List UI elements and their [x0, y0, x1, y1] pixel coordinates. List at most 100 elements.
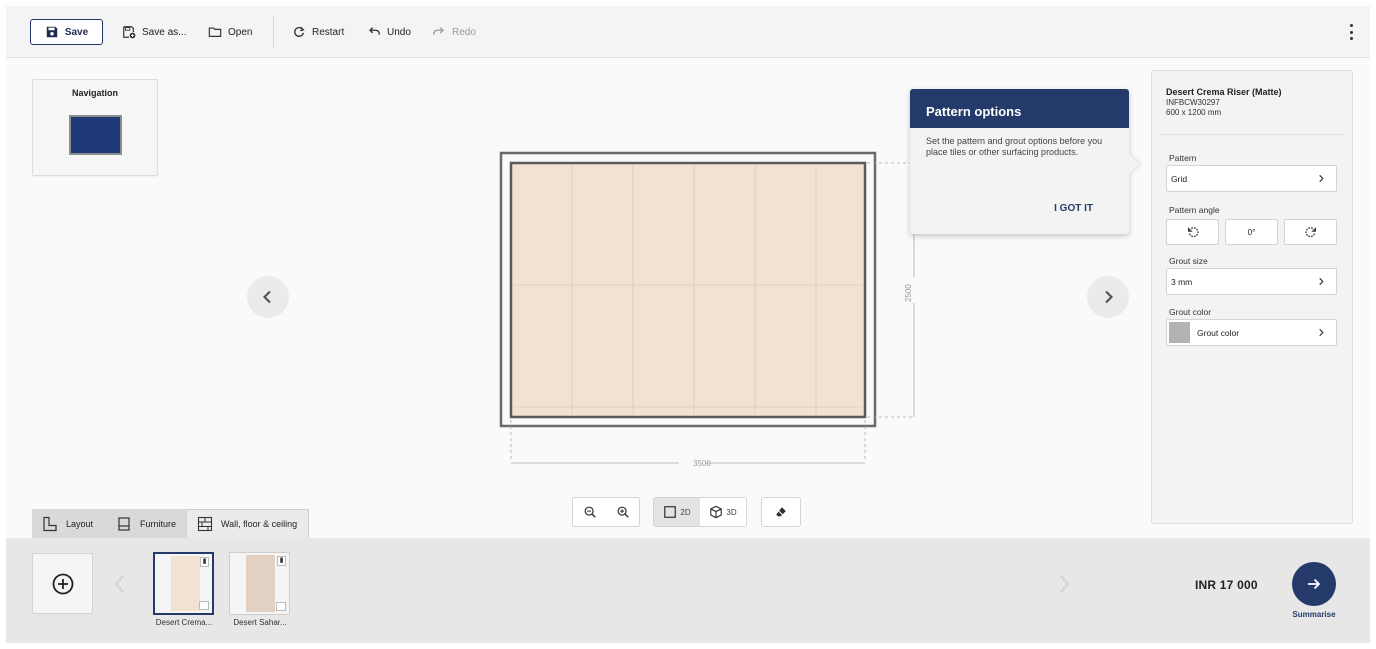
width-dimension-label: 3500 — [693, 459, 711, 468]
view-3d-button[interactable]: 3D — [700, 498, 746, 526]
folder-icon — [208, 27, 222, 37]
zoom-out-button[interactable] — [573, 498, 606, 526]
view-mode-toggle: 2D 3D — [653, 497, 747, 527]
pattern-value: Grid — [1171, 173, 1188, 184]
view-2d-label: 2D — [680, 507, 691, 517]
layout-icon — [43, 516, 57, 531]
chevron-right-icon — [1105, 290, 1114, 304]
add-product-button[interactable] — [32, 553, 93, 614]
open-label: Open — [228, 26, 253, 38]
eraser-button[interactable] — [762, 498, 800, 526]
chevron-right-icon — [1319, 277, 1324, 286]
navigation-panel: Navigation — [32, 79, 158, 176]
undo-label: Undo — [387, 26, 411, 38]
canvas-prev-button[interactable] — [247, 276, 289, 318]
tiled-floor[interactable] — [509, 161, 867, 419]
chevron-right-icon — [1319, 328, 1324, 337]
redo-label: Redo — [452, 26, 476, 38]
grout-size-value: 3 mm — [1171, 276, 1193, 287]
tab-furniture[interactable]: Furniture — [106, 509, 186, 538]
undo-button[interactable]: Undo — [367, 19, 411, 45]
tile-options-icon[interactable] — [276, 602, 286, 611]
tile-card-desert-sahara[interactable]: ▮ — [229, 552, 290, 615]
zoom-in-icon — [617, 506, 629, 518]
pattern-options-popover: Pattern options Set the pattern and grou… — [910, 89, 1139, 234]
rotate-left-icon — [1187, 227, 1199, 238]
tile-crema-thumbnail — [171, 556, 200, 611]
tab-wall-floor-ceiling[interactable]: Wall, floor & ceiling — [186, 509, 309, 538]
navigation-title: Navigation — [71, 88, 118, 98]
arrow-right-icon — [1308, 578, 1321, 590]
canvas-next-button[interactable] — [1087, 276, 1129, 318]
more-options-icon[interactable] — [1346, 24, 1356, 40]
rotate-right-button[interactable] — [1284, 219, 1337, 245]
app-window: Save Save as... Open Restart Undo Redo N… — [6, 6, 1370, 643]
product-code: INFBCW30297 — [1166, 98, 1220, 107]
tray-prev-icon[interactable] — [113, 573, 127, 595]
grout-color-value: Grout color — [1197, 327, 1240, 338]
height-dimension-label: 2500 — [904, 284, 913, 302]
save-button[interactable]: Save — [30, 19, 103, 45]
zoom-out-icon — [584, 506, 596, 518]
total-price: INR 17 000 — [1195, 578, 1258, 592]
eraser-icon — [776, 507, 786, 517]
popover-title: Pattern options — [910, 89, 1129, 128]
grout-color-swatch — [1169, 322, 1190, 343]
restart-button[interactable]: Restart — [292, 19, 344, 45]
navigation-minimap[interactable] — [69, 115, 122, 155]
save-icon — [46, 26, 58, 38]
rotate-right-icon — [1304, 227, 1316, 238]
tile-sahara-thumbnail — [246, 555, 275, 612]
toolbar: Save Save as... Open Restart Undo Redo — [6, 6, 1370, 58]
redo-button[interactable]: Redo — [432, 19, 476, 45]
trash-icon[interactable]: ▮ — [200, 557, 209, 567]
save-as-button[interactable]: Save as... — [122, 19, 186, 45]
pattern-label: Pattern — [1169, 153, 1197, 163]
summarise-button[interactable] — [1292, 562, 1336, 606]
save-as-icon — [123, 26, 136, 39]
grout-color-label: Grout color — [1169, 307, 1212, 317]
toolbar-divider — [273, 16, 274, 48]
tile-card-desert-crema[interactable]: ▮ — [153, 552, 214, 615]
rotate-left-button[interactable] — [1166, 219, 1219, 245]
restart-label: Restart — [312, 26, 345, 38]
tile-options-icon[interactable] — [199, 601, 209, 610]
save-as-label: Save as... — [142, 26, 187, 38]
cube-icon — [710, 505, 723, 519]
save-label: Save — [64, 26, 89, 38]
furniture-icon — [118, 516, 130, 531]
pattern-select[interactable]: Grid — [1166, 165, 1337, 192]
product-name: Desert Crema Riser (Matte) — [1166, 87, 1282, 97]
product-size: 600 x 1200 mm — [1166, 108, 1222, 117]
panel-divider — [1160, 134, 1346, 135]
tab-wall-floor-ceiling-label: Wall, floor & ceiling — [221, 519, 298, 529]
plus-circle-icon — [52, 573, 73, 594]
restart-icon — [294, 26, 305, 37]
square-icon — [664, 506, 677, 518]
chevron-right-icon — [1319, 174, 1324, 183]
pattern-angle-value[interactable]: 0° — [1225, 219, 1278, 245]
view-2d-button[interactable]: 2D — [654, 498, 700, 526]
tab-layout[interactable]: Layout — [32, 509, 106, 538]
product-tray: ▮ Desert Crema... ▮ Desert Sahar... INR … — [6, 538, 1370, 643]
pattern-angle-label: Pattern angle — [1169, 205, 1220, 215]
view-3d-label: 3D — [726, 507, 737, 517]
chevron-left-icon — [262, 290, 271, 304]
tab-layout-label: Layout — [66, 518, 94, 529]
product-settings-panel: Desert Crema Riser (Matte) INFBCW30297 6… — [1151, 70, 1353, 524]
grout-size-label: Grout size — [1169, 256, 1208, 266]
zoom-controls — [572, 497, 640, 527]
grout-color-select[interactable]: Grout color — [1166, 319, 1337, 346]
tiles-icon — [197, 516, 213, 532]
popover-text: Set the pattern and grout options before… — [926, 136, 1103, 157]
got-it-button[interactable]: I GOT IT — [1054, 203, 1093, 214]
eraser-control — [761, 497, 801, 527]
undo-icon — [369, 27, 380, 35]
zoom-in-button[interactable] — [606, 498, 639, 526]
room-floor-plan[interactable]: 3500 2500 — [496, 150, 916, 480]
tray-next-icon[interactable] — [1057, 573, 1071, 595]
tile-label-desert-crema: Desert Crema... — [155, 618, 213, 627]
trash-icon[interactable]: ▮ — [277, 556, 286, 566]
open-button[interactable]: Open — [208, 19, 252, 45]
grout-size-select[interactable]: 3 mm — [1166, 268, 1337, 295]
